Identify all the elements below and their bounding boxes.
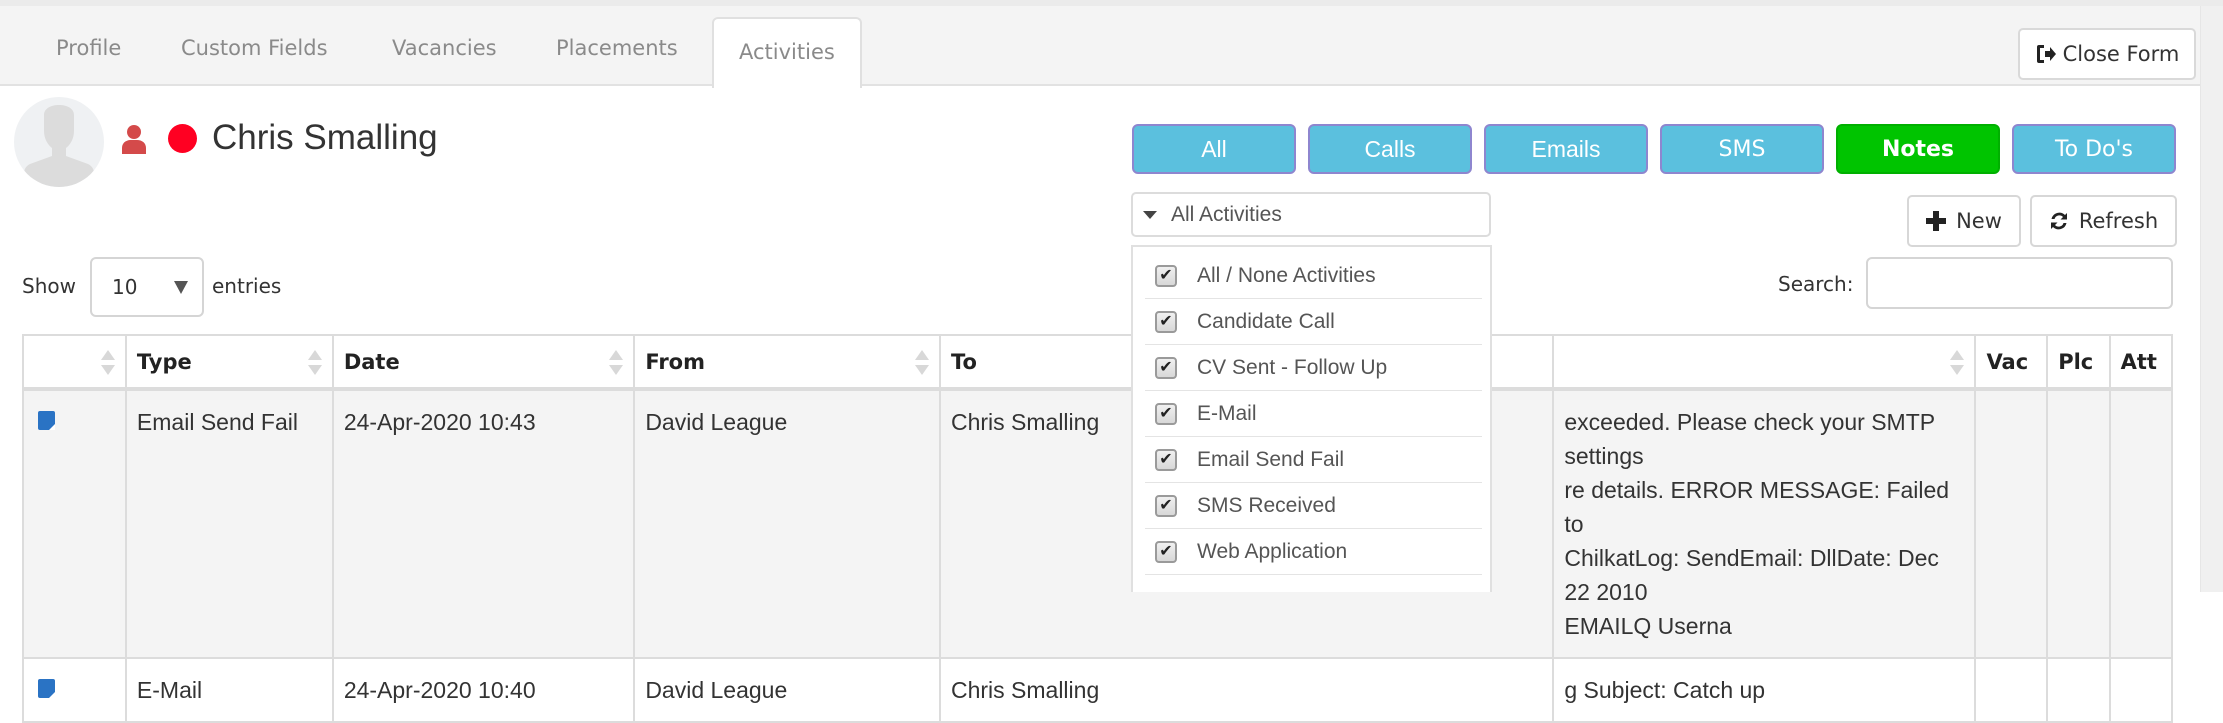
column-header-plc[interactable]: Plc bbox=[2046, 334, 2111, 391]
filter-emails-button[interactable]: Emails bbox=[1484, 124, 1648, 174]
refresh-icon bbox=[2050, 212, 2067, 230]
att-cell bbox=[2108, 657, 2174, 723]
checkbox-checked-icon[interactable]: ✔ bbox=[1155, 448, 1177, 471]
dropdown-option-candidate-call[interactable]: ✔ Candidate Call bbox=[1145, 299, 1482, 345]
details-line: g Subject: Catch up bbox=[1564, 677, 1766, 703]
filter-all-button[interactable]: All bbox=[1132, 124, 1296, 174]
table-header-row: Type Date From To Vac Plc Att bbox=[22, 334, 2174, 391]
search-input[interactable] bbox=[1866, 257, 2173, 309]
column-header-date[interactable]: Date bbox=[331, 334, 636, 391]
checkbox-checked-icon[interactable]: ✔ bbox=[1155, 356, 1177, 379]
dropdown-option-email[interactable]: ✔ E-Mail bbox=[1145, 391, 1482, 437]
entries-length-value: 10 bbox=[112, 275, 138, 299]
details-line: re details. ERROR MESSAGE: Failed to bbox=[1564, 477, 1950, 537]
activity-select-value: All Activities bbox=[1171, 202, 1282, 226]
column-header-details[interactable] bbox=[1552, 334, 1977, 391]
refresh-label: Refresh bbox=[2078, 209, 2159, 233]
column-header-type[interactable]: Type bbox=[124, 334, 334, 391]
sort-icon bbox=[609, 350, 624, 378]
checkbox-checked-icon[interactable]: ✔ bbox=[1155, 494, 1177, 517]
table-row[interactable]: Email Send Fail 24-Apr-2020 10:43 David … bbox=[22, 388, 2174, 659]
note-icon[interactable] bbox=[38, 679, 55, 698]
vertical-scrollbar[interactable] bbox=[2200, 6, 2223, 592]
plus-icon bbox=[1926, 211, 1947, 231]
vac-cell bbox=[1974, 388, 2049, 659]
note-icon[interactable] bbox=[38, 411, 55, 430]
table-row[interactable]: E-Mail 24-Apr-2020 10:40 David League Ch… bbox=[22, 657, 2174, 723]
vac-cell bbox=[1974, 657, 2049, 723]
column-header-att[interactable]: Att bbox=[2108, 334, 2174, 391]
sort-icon bbox=[1950, 350, 1965, 378]
filter-notes-button[interactable]: Notes bbox=[1836, 124, 2000, 174]
column-header-vac[interactable]: Vac bbox=[1974, 334, 2049, 391]
sort-icon bbox=[307, 350, 322, 378]
avatar bbox=[14, 97, 104, 187]
dropdown-option-sms-received[interactable]: ✔ SMS Received bbox=[1145, 483, 1482, 529]
to-cell: Chris Smalling bbox=[938, 657, 1555, 723]
tab-profile[interactable]: Profile bbox=[56, 36, 121, 80]
search-label: Search: bbox=[1778, 272, 1854, 296]
row-icon-cell bbox=[22, 657, 127, 723]
activity-type-select[interactable]: All Activities bbox=[1131, 192, 1491, 237]
details-line: exceeded. Please check your SMTP setting… bbox=[1564, 409, 1935, 469]
column-header-icon[interactable] bbox=[22, 334, 127, 391]
checkbox-checked-icon[interactable]: ✔ bbox=[1155, 540, 1177, 563]
sort-icon bbox=[914, 350, 929, 378]
refresh-button[interactable]: Refresh bbox=[2030, 195, 2177, 247]
entries-length-select[interactable]: 10 bbox=[90, 257, 204, 317]
avatar-silhouette-icon bbox=[24, 105, 94, 187]
dropdown-option-email-send-fail[interactable]: ✔ Email Send Fail bbox=[1145, 437, 1482, 483]
plc-cell bbox=[2046, 657, 2111, 723]
tab-vacancies[interactable]: Vacancies bbox=[392, 36, 497, 80]
from-cell: David League bbox=[633, 657, 941, 723]
details-line: EMAILQ Userna bbox=[1564, 613, 1732, 639]
tab-bar: Profile Custom Fields Vacancies Placemen… bbox=[0, 6, 2200, 88]
sign-out-icon bbox=[2036, 45, 2056, 63]
checkbox-checked-icon[interactable]: ✔ bbox=[1155, 264, 1177, 287]
activities-table: Type Date From To Vac Plc Att Email Send… bbox=[22, 334, 2174, 723]
tab-custom-fields[interactable]: Custom Fields bbox=[181, 36, 328, 80]
checkbox-checked-icon[interactable]: ✔ bbox=[1155, 310, 1177, 333]
caret-down-icon bbox=[1143, 210, 1157, 219]
filter-sms-button[interactable]: SMS bbox=[1660, 124, 1824, 174]
att-cell bbox=[2108, 388, 2174, 659]
type-cell: Email Send Fail bbox=[124, 388, 334, 659]
close-form-label: Close Form bbox=[2062, 42, 2180, 66]
details-cell: exceeded. Please check your SMTP setting… bbox=[1552, 388, 1977, 659]
details-cell: g Subject: Catch up bbox=[1552, 657, 1977, 723]
tab-activities[interactable]: Activities bbox=[712, 17, 862, 88]
candidate-name: Chris Smalling bbox=[212, 118, 438, 157]
sort-icon bbox=[100, 350, 115, 378]
tab-placements[interactable]: Placements bbox=[556, 36, 678, 80]
plc-cell bbox=[2046, 388, 2111, 659]
date-cell: 24-Apr-2020 10:43 bbox=[331, 388, 636, 659]
dropdown-option-cv-sent[interactable]: ✔ CV Sent - Follow Up bbox=[1145, 345, 1482, 391]
new-label: New bbox=[1956, 209, 2002, 233]
dropdown-option-all-none[interactable]: ✔ All / None Activities bbox=[1145, 253, 1482, 299]
dropdown-option-web-application[interactable]: ✔ Web Application bbox=[1145, 529, 1482, 575]
candidate-person-icon bbox=[122, 125, 146, 154]
row-icon-cell bbox=[22, 388, 127, 659]
new-activity-button[interactable]: New bbox=[1907, 195, 2021, 247]
status-indicator bbox=[168, 124, 197, 153]
checkbox-checked-icon[interactable]: ✔ bbox=[1155, 402, 1177, 425]
show-label: Show bbox=[22, 274, 76, 298]
date-cell: 24-Apr-2020 10:40 bbox=[331, 657, 636, 723]
filter-todos-button[interactable]: To Do's bbox=[2012, 124, 2176, 174]
activity-type-dropdown: ✔ All / None Activities ✔ Candidate Call… bbox=[1131, 245, 1492, 592]
from-cell: David League bbox=[633, 388, 941, 659]
column-header-from[interactable]: From bbox=[633, 334, 941, 391]
caret-down-icon bbox=[174, 281, 188, 294]
entries-label: entries bbox=[212, 274, 282, 298]
type-cell: E-Mail bbox=[124, 657, 334, 723]
details-line: ChilkatLog: SendEmail: DllDate: Dec 22 2… bbox=[1564, 545, 1939, 605]
close-form-button[interactable]: Close Form bbox=[2018, 28, 2196, 80]
filter-calls-button[interactable]: Calls bbox=[1308, 124, 1472, 174]
